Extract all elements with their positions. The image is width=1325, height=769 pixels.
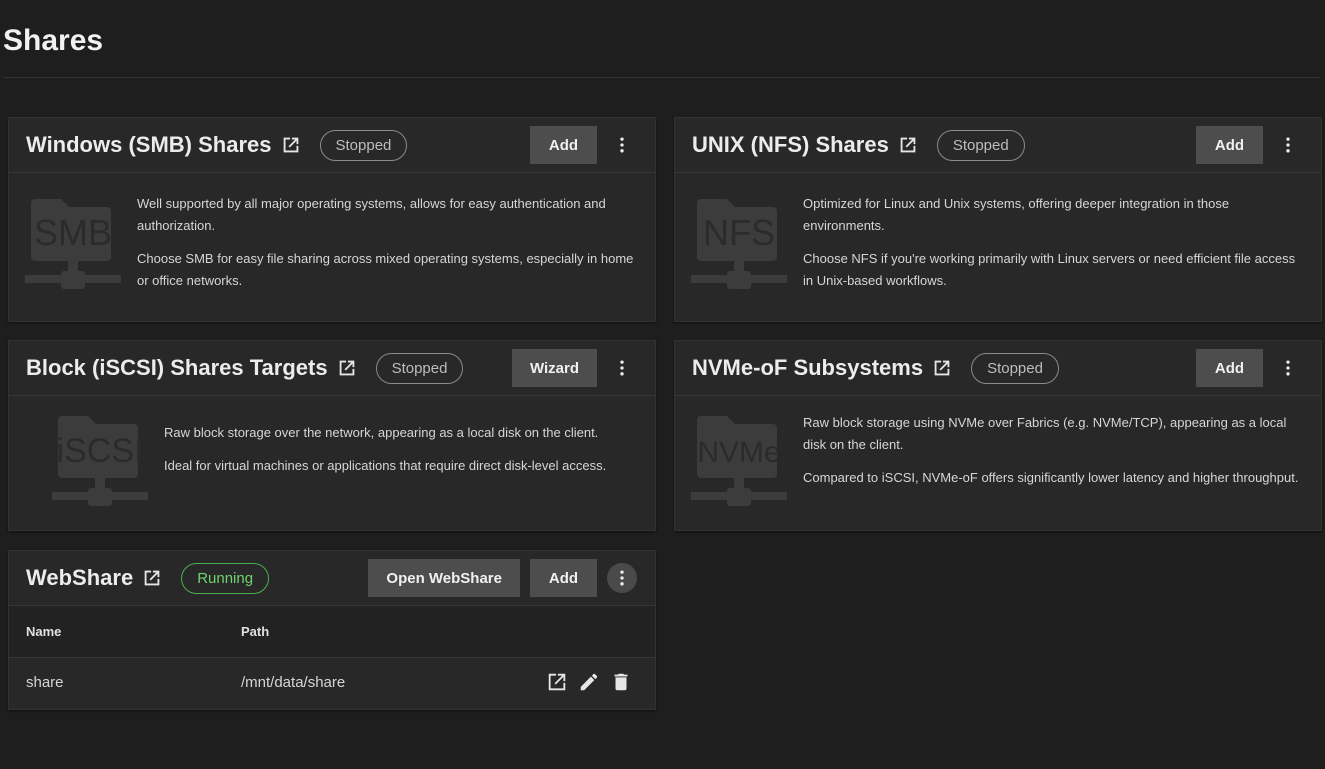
card-header: Windows (SMB) Shares Stopped Add — [9, 118, 655, 173]
open-link-icon[interactable] — [546, 671, 568, 693]
external-link-icon[interactable] — [141, 567, 163, 589]
card-header: NVMe-oF Subsystems Stopped Add — [675, 341, 1321, 396]
card-title: Block (iSCSI) Shares Targets — [26, 355, 328, 381]
card-header: UNIX (NFS) Shares Stopped Add — [675, 118, 1321, 173]
add-button[interactable]: Add — [530, 559, 597, 597]
edit-icon[interactable] — [578, 671, 600, 693]
card-title: Windows (SMB) Shares — [26, 132, 272, 158]
description-line: Raw block storage using NVMe over Fabric… — [803, 412, 1305, 456]
card-smb: Windows (SMB) Shares Stopped Add SMB Wel… — [8, 117, 656, 322]
add-button[interactable]: Add — [530, 126, 597, 164]
share-icon-label: iSCSI — [57, 432, 144, 470]
status-badge: Running — [181, 563, 269, 594]
description-line: Choose NFS if you're working primarily w… — [803, 248, 1305, 292]
more-vert-icon[interactable] — [607, 353, 637, 383]
card-description: Well supported by all major operating sy… — [137, 193, 639, 303]
external-link-icon[interactable] — [280, 134, 302, 156]
nfs-share-icon: NFS — [691, 195, 787, 291]
status-badge: Stopped — [937, 130, 1025, 161]
card-description: Optimized for Linux and Unix systems, of… — [803, 193, 1305, 303]
card-title: NVMe-oF Subsystems — [692, 355, 923, 381]
status-badge: Stopped — [971, 353, 1059, 384]
status-badge: Stopped — [376, 353, 464, 384]
more-vert-icon[interactable] — [1273, 353, 1303, 383]
smb-share-icon: SMB — [25, 195, 121, 291]
nvme-share-icon: NVMe — [691, 412, 787, 508]
description-line: Raw block storage over the network, appe… — [164, 422, 606, 444]
external-link-icon[interactable] — [897, 134, 919, 156]
card-description: Raw block storage over the network, appe… — [164, 422, 606, 508]
share-icon-label: NFS — [703, 212, 775, 253]
more-vert-icon[interactable] — [607, 130, 637, 160]
description-line: Optimized for Linux and Unix systems, of… — [803, 193, 1305, 237]
card-header: Block (iSCSI) Shares Targets Stopped Wiz… — [9, 341, 655, 396]
share-icon-label: SMB — [34, 212, 112, 253]
card-iscsi: Block (iSCSI) Shares Targets Stopped Wiz… — [8, 340, 656, 531]
description-line: Ideal for virtual machines or applicatio… — [164, 455, 606, 477]
add-button[interactable]: Add — [1196, 126, 1263, 164]
cell-path: /mnt/data/share — [224, 657, 449, 707]
cell-name: share — [9, 657, 224, 707]
open-webshare-button[interactable]: Open WebShare — [368, 559, 520, 597]
description-line: Choose SMB for easy file sharing across … — [137, 248, 639, 292]
external-link-icon[interactable] — [931, 357, 953, 379]
more-vert-icon[interactable] — [607, 563, 637, 593]
webshare-table: Name Path share /mnt/data/share — [9, 606, 655, 707]
card-nfs: UNIX (NFS) Shares Stopped Add NFS Optimi… — [674, 117, 1322, 322]
card-description: Raw block storage using NVMe over Fabric… — [803, 412, 1305, 508]
card-nvme: NVMe-oF Subsystems Stopped Add NVMe Raw … — [674, 340, 1322, 531]
card-header: WebShare Running Open WebShare Add — [9, 551, 655, 606]
column-header-path[interactable]: Path — [224, 606, 449, 657]
delete-icon[interactable] — [610, 671, 632, 693]
description-line: Compared to iSCSI, NVMe-oF offers signif… — [803, 467, 1305, 489]
card-webshare: WebShare Running Open WebShare Add Name … — [8, 550, 656, 710]
card-title: UNIX (NFS) Shares — [692, 132, 889, 158]
column-header-actions — [449, 606, 655, 657]
more-vert-icon[interactable] — [1273, 130, 1303, 160]
divider — [3, 77, 1320, 78]
column-header-name[interactable]: Name — [9, 606, 224, 657]
iscsi-share-icon: iSCSI — [52, 412, 148, 508]
status-badge: Stopped — [320, 130, 408, 161]
share-icon-label: NVMe — [697, 436, 780, 469]
description-line: Well supported by all major operating sy… — [137, 193, 639, 237]
card-title: WebShare — [26, 565, 133, 591]
table-row: share /mnt/data/share — [9, 657, 655, 707]
external-link-icon[interactable] — [336, 357, 358, 379]
wizard-button[interactable]: Wizard — [512, 349, 597, 387]
page-title: Shares — [3, 24, 103, 58]
add-button[interactable]: Add — [1196, 349, 1263, 387]
